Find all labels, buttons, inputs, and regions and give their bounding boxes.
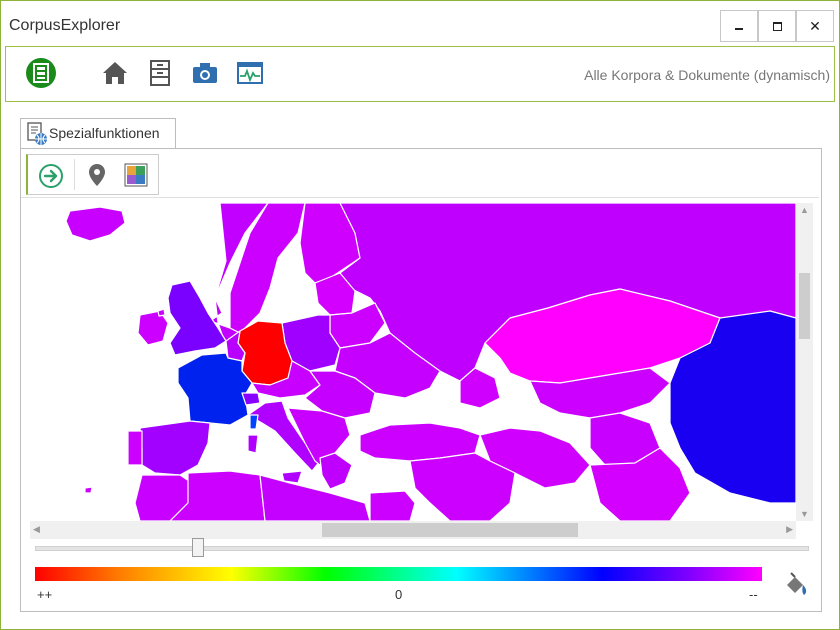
color-palette-icon <box>124 163 148 187</box>
home-icon <box>103 62 127 84</box>
tab-label: Spezialfunktionen <box>49 125 160 141</box>
scroll-right-icon[interactable]: ▶ <box>786 524 793 535</box>
window-title: CorpusExplorer <box>9 17 121 34</box>
special-functions-panel: ▲ ▼ ◀ ▶ ++ 0 -- <box>20 148 822 612</box>
close-button[interactable]: ✕ <box>796 10 834 42</box>
map-pin-icon <box>89 164 105 186</box>
arrow-right-icon <box>39 164 63 188</box>
home-button[interactable] <box>99 57 131 89</box>
scroll-down-icon[interactable]: ▼ <box>800 509 809 519</box>
camera-icon <box>193 63 217 83</box>
toolbar-separator <box>74 159 75 190</box>
threshold-slider-thumb[interactable] <box>192 538 204 557</box>
country-sardinia[interactable] <box>247 434 259 454</box>
maximize-button[interactable] <box>758 10 796 42</box>
horizontal-scroll-thumb[interactable] <box>322 523 578 537</box>
activity-monitor-icon <box>237 62 263 84</box>
country-faroe[interactable] <box>157 308 166 317</box>
legend-min-label: -- <box>749 587 758 602</box>
close-icon: ✕ <box>809 17 821 34</box>
cabinet-icon <box>150 60 170 86</box>
country-portugal[interactable] <box>127 430 143 466</box>
corpus-app-icon <box>26 58 56 88</box>
country-tunisia-libya[interactable] <box>259 474 371 521</box>
camera-button[interactable] <box>189 57 221 89</box>
corpus-selection-label[interactable]: Alle Korpora & Dokumente (dynamisch) <box>584 67 830 83</box>
minimize-button[interactable] <box>720 10 758 42</box>
country-egypt[interactable] <box>369 490 416 521</box>
activity-monitor-button[interactable] <box>234 57 266 89</box>
country-atlantic-islands[interactable] <box>84 486 93 494</box>
map-toolbar <box>26 154 159 195</box>
legend-zero-label: 0 <box>395 587 403 602</box>
country-france[interactable] <box>177 352 253 426</box>
paint-bucket-icon <box>787 572 807 595</box>
country-ireland[interactable] <box>137 310 169 346</box>
legend-max-label: ++ <box>37 587 53 602</box>
main-toolbar: Alle Korpora & Dokumente (dynamisch) <box>5 46 835 102</box>
document-globe-icon <box>27 122 47 145</box>
map-horizontal-scrollbar[interactable]: ◀ ▶ <box>30 521 796 539</box>
separator-line <box>21 197 819 198</box>
maximize-icon <box>772 21 782 31</box>
apply-button[interactable] <box>38 163 64 189</box>
color-palette-button[interactable] <box>124 163 148 187</box>
country-spain[interactable] <box>139 420 211 476</box>
cabinet-button[interactable] <box>144 57 176 89</box>
corpus-app-button[interactable] <box>25 57 57 89</box>
choropleth-map[interactable] <box>30 203 796 521</box>
scroll-up-icon[interactable]: ▲ <box>800 205 809 215</box>
country-greece[interactable] <box>319 452 353 490</box>
minimize-icon <box>735 28 743 30</box>
scroll-left-icon[interactable]: ◀ <box>33 524 40 535</box>
title-bar: CorpusExplorer ✕ <box>1 1 839 43</box>
fill-color-button[interactable] <box>781 571 809 599</box>
app-window: CorpusExplorer ✕ Alle Korpora & Dokument… <box>0 0 840 630</box>
color-scale-legend <box>35 567 762 581</box>
threshold-slider[interactable] <box>35 546 809 551</box>
vertical-scroll-thumb[interactable] <box>799 273 810 339</box>
map-canvas <box>65 203 796 521</box>
country-iceland[interactable] <box>65 206 126 242</box>
map-pin-button[interactable] <box>86 162 108 188</box>
map-vertical-scrollbar[interactable]: ▲ ▼ <box>796 203 813 521</box>
tab-spezialfunktionen[interactable]: Spezialfunktionen <box>20 118 176 148</box>
country-corsica[interactable] <box>249 414 259 430</box>
